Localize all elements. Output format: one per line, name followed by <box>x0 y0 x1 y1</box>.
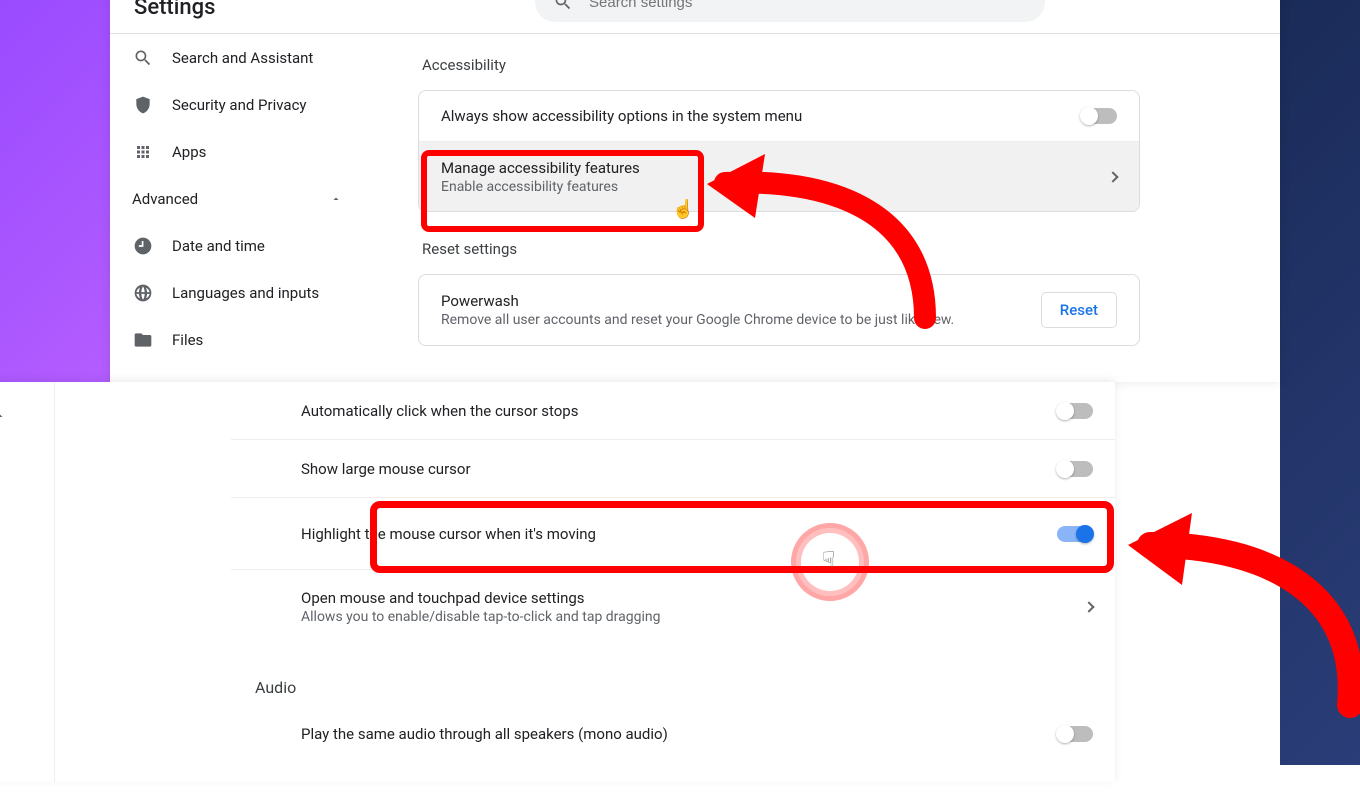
row-sublabel: Remove all user accounts and reset your … <box>441 312 954 328</box>
row-powerwash: Powerwash Remove all user accounts and r… <box>419 275 1139 345</box>
row-label: Always show accessibility options in the… <box>441 107 802 125</box>
toggle-auto-click[interactable] <box>1057 403 1093 419</box>
row-label: Play the same audio through all speakers… <box>301 725 668 743</box>
row-highlight-cursor[interactable]: Highlight the mouse cursor when it's mov… <box>231 498 1115 570</box>
search-icon <box>132 47 154 69</box>
main-content: Accessibility Always show accessibility … <box>370 34 1280 382</box>
sidebar-item-label: Date and time <box>172 237 265 255</box>
clock-icon <box>132 235 154 257</box>
row-label: Highlight the mouse cursor when it's mov… <box>301 525 596 543</box>
reset-button[interactable]: Reset <box>1041 292 1117 328</box>
sidebar-item-languages[interactable]: Languages and inputs <box>110 269 370 316</box>
row-sublabel: Allows you to enable/disable tap-to-clic… <box>301 609 660 625</box>
row-large-cursor[interactable]: Show large mouse cursor <box>231 440 1115 498</box>
apps-icon <box>132 141 154 163</box>
cursor-hand-icon <box>672 199 688 219</box>
toggle-highlight-cursor[interactable] <box>1057 526 1093 542</box>
annotation-cursor-ring: ☟ <box>796 528 864 596</box>
sidebar-item-label: Files <box>172 331 203 349</box>
search-input[interactable] <box>587 0 1027 12</box>
decorative-strip-right <box>1280 0 1360 765</box>
page-title: Settings <box>134 0 215 20</box>
header-bar: Settings <box>110 0 1280 34</box>
sidebar: Search and Assistant Security and Privac… <box>110 34 370 382</box>
sidebar-item-date-time[interactable]: Date and time <box>110 222 370 269</box>
sidebar-item-advanced[interactable]: Advanced <box>110 175 370 222</box>
chevron-up-icon <box>330 193 342 205</box>
globe-icon <box>132 282 154 304</box>
search-icon <box>553 0 573 12</box>
sidebar-item-apps[interactable]: Apps <box>110 128 370 175</box>
sidebar-item-files[interactable]: Files <box>110 316 370 363</box>
cursor-hand-icon: ☟ <box>822 548 835 573</box>
row-sublabel: Enable accessibility features <box>441 179 640 195</box>
sidebar-item-label: Languages and inputs <box>172 284 319 302</box>
sidebar-item-partial[interactable]: s <box>0 764 54 804</box>
toggle-large-cursor[interactable] <box>1057 461 1093 477</box>
sidebar-item-label: Apps <box>172 143 206 161</box>
sidebar-item-security-partial[interactable]: ecurity <box>0 494 54 534</box>
section-heading-audio: Audio <box>231 644 1115 705</box>
search-field[interactable] <box>535 0 1045 22</box>
section-heading-reset: Reset settings <box>422 240 1280 258</box>
sidebar-item-input-partial[interactable]: nd input <box>0 564 54 604</box>
chevron-right-icon <box>1107 171 1118 182</box>
row-label: Automatically click when the cursor stop… <box>301 402 578 420</box>
shield-icon <box>132 94 154 116</box>
card-reset: Powerwash Remove all user accounts and r… <box>418 274 1140 346</box>
row-mono-audio[interactable]: Play the same audio through all speakers… <box>231 705 1115 763</box>
section-heading-accessibility: Accessibility <box>422 56 1280 74</box>
row-open-mouse-settings[interactable]: Open mouse and touchpad device settings … <box>231 570 1115 644</box>
row-always-show-accessibility[interactable]: Always show accessibility options in the… <box>419 91 1139 141</box>
sidebar-item-label: Search and Assistant <box>172 49 313 67</box>
sidebar-lower: y ecurity nd input s <box>0 382 55 782</box>
row-label: Powerwash <box>441 292 954 310</box>
toggle-mono-audio[interactable] <box>1057 726 1093 742</box>
row-manage-accessibility[interactable]: Manage accessibility features Enable acc… <box>419 141 1139 211</box>
toggle-always-show[interactable] <box>1081 108 1117 124</box>
settings-window-bottom: y ecurity nd input s Automatically click… <box>0 382 1115 782</box>
sidebar-item-partial[interactable]: y <box>0 454 54 494</box>
row-label: Show large mouse cursor <box>301 460 471 478</box>
chevron-up-icon <box>0 410 6 422</box>
row-label: Open mouse and touchpad device settings <box>301 589 660 607</box>
sidebar-item-label: Advanced <box>132 190 198 208</box>
chevron-right-icon <box>1083 601 1094 612</box>
card-accessibility: Always show accessibility options in the… <box>418 90 1140 212</box>
row-auto-click[interactable]: Automatically click when the cursor stop… <box>231 382 1115 440</box>
sidebar-item-security-privacy[interactable]: Security and Privacy <box>110 81 370 128</box>
settings-window-top: Settings Search and Assistant Security a… <box>110 0 1280 382</box>
sidebar-item-label: Security and Privacy <box>172 96 307 114</box>
folder-icon <box>132 329 154 351</box>
sidebar-item-search-assistant[interactable]: Search and Assistant <box>110 34 370 81</box>
row-label: Manage accessibility features <box>441 159 640 177</box>
